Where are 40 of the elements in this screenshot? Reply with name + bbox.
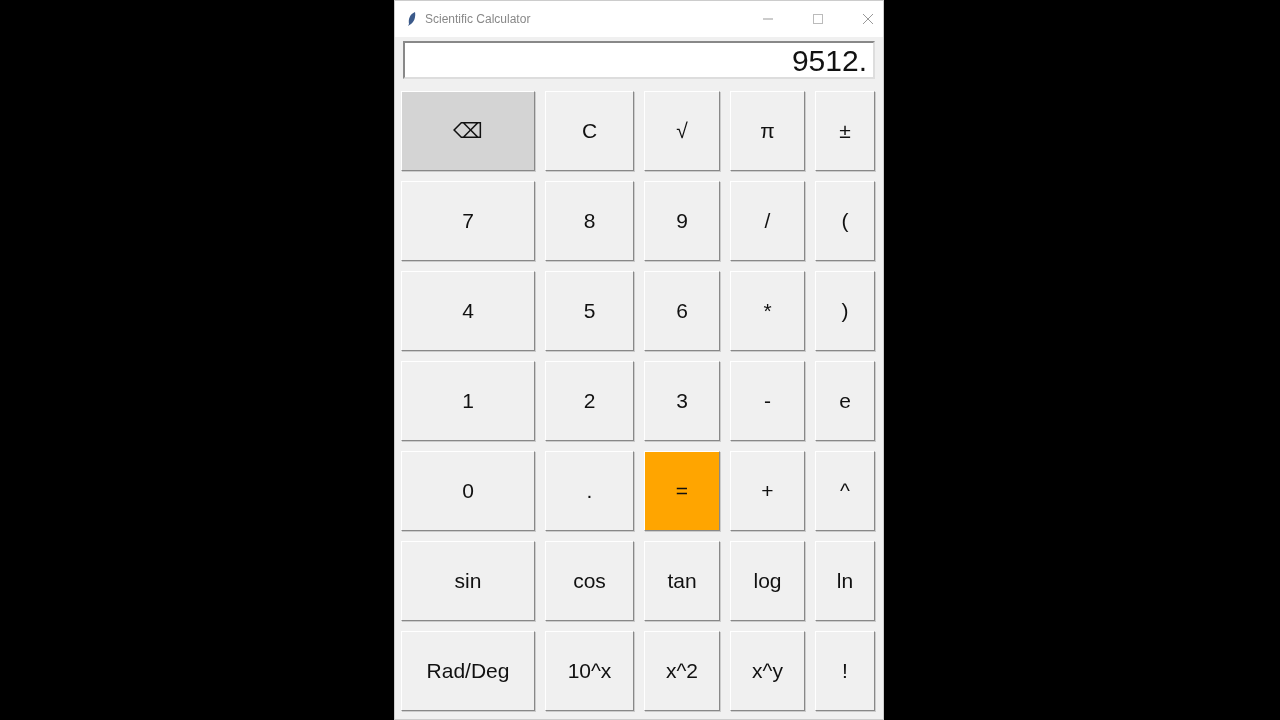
calculator-key[interactable]: 6 — [644, 271, 720, 351]
calculator-key[interactable]: - — [730, 361, 805, 441]
calculator-key[interactable]: x^y — [730, 631, 805, 711]
calculator-key[interactable]: . — [545, 451, 634, 531]
calculator-key[interactable]: 10^x — [545, 631, 634, 711]
calculator-key[interactable]: ! — [815, 631, 875, 711]
calculator-key[interactable]: 4 — [401, 271, 535, 351]
calculator-key[interactable]: 0 — [401, 451, 535, 531]
calculator-key[interactable]: / — [730, 181, 805, 261]
calculator-key[interactable]: Rad/Deg — [401, 631, 535, 711]
calculator-key[interactable]: 9 — [644, 181, 720, 261]
maximize-icon[interactable] — [813, 14, 823, 24]
calculator-key[interactable]: + — [730, 451, 805, 531]
calculator-key[interactable]: = — [644, 451, 720, 531]
close-icon[interactable] — [863, 14, 873, 24]
calculator-key[interactable]: π — [730, 91, 805, 171]
calculator-key[interactable]: * — [730, 271, 805, 351]
calculator-key[interactable]: tan — [644, 541, 720, 621]
display-field[interactable]: 9512. — [403, 41, 875, 79]
calculator-key[interactable]: log — [730, 541, 805, 621]
calculator-key[interactable]: ) — [815, 271, 875, 351]
calculator-key[interactable]: 7 — [401, 181, 535, 261]
calculator-key[interactable]: 3 — [644, 361, 720, 441]
calculator-key[interactable]: 8 — [545, 181, 634, 261]
calculator-key[interactable]: ^ — [815, 451, 875, 531]
calculator-key[interactable]: cos — [545, 541, 634, 621]
calculator-key[interactable]: ( — [815, 181, 875, 261]
calculator-key[interactable]: ln — [815, 541, 875, 621]
calculator-key[interactable]: ± — [815, 91, 875, 171]
calculator-key[interactable]: 5 — [545, 271, 634, 351]
feather-icon — [407, 12, 417, 26]
calculator-key[interactable]: 2 — [545, 361, 634, 441]
calculator-key[interactable]: ⌫ — [401, 91, 535, 171]
calculator-key[interactable]: x^2 — [644, 631, 720, 711]
calculator-key[interactable]: sin — [401, 541, 535, 621]
window-title: Scientific Calculator — [425, 12, 531, 26]
calculator-key[interactable]: 1 — [401, 361, 535, 441]
calculator-key[interactable]: e — [815, 361, 875, 441]
calculator-key[interactable]: √ — [644, 91, 720, 171]
calculator-key[interactable]: C — [545, 91, 634, 171]
